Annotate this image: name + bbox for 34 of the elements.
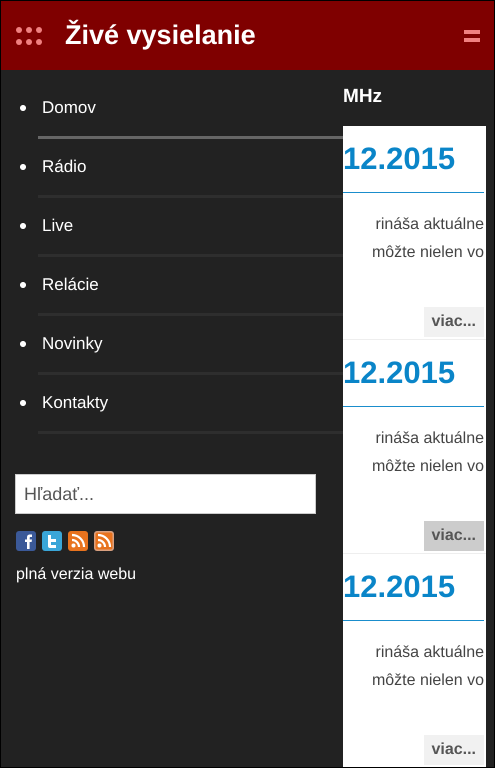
article-text: môžte nielen vo xyxy=(370,243,484,263)
bullet-icon xyxy=(20,400,26,406)
bullet-icon xyxy=(20,223,26,229)
bullet-icon xyxy=(20,105,26,111)
nav-item[interactable]: Novinky xyxy=(1,316,343,372)
article-text: rináša aktuálne xyxy=(374,429,484,449)
nav-item[interactable]: Live xyxy=(1,198,343,254)
menu-icon[interactable] xyxy=(464,28,480,42)
nav-item[interactable]: Rádio xyxy=(1,139,343,195)
nav-item[interactable]: Relácie xyxy=(1,257,343,313)
facebook-icon[interactable] xyxy=(16,531,36,551)
bullet-icon xyxy=(20,282,26,288)
dots-menu-icon[interactable] xyxy=(15,26,43,46)
article-date: 12.2015 xyxy=(343,354,456,392)
more-button[interactable]: viac... xyxy=(424,521,484,551)
full-site-link[interactable]: plná verzia webu xyxy=(16,566,136,584)
rss-icon[interactable] xyxy=(94,531,114,551)
more-button[interactable]: viac... xyxy=(424,735,484,765)
twitter-icon[interactable] xyxy=(42,531,62,551)
article-text: rináša aktuálne xyxy=(374,215,484,235)
article-text: rináša aktuálne xyxy=(374,643,484,663)
section-heading: MHz xyxy=(343,86,382,108)
article-date: 12.2015 xyxy=(343,568,456,606)
search-field[interactable]: Hľadať... xyxy=(15,474,316,514)
rss-icon[interactable] xyxy=(68,531,88,551)
nav-item[interactable]: Kontakty xyxy=(1,375,343,431)
more-button[interactable]: viac... xyxy=(424,307,484,337)
nav-item[interactable]: Domov xyxy=(1,80,343,136)
article-text: môžte nielen vo xyxy=(370,671,484,691)
bullet-icon xyxy=(20,341,26,347)
article-text: môžte nielen vo xyxy=(370,457,484,477)
page-title: Živé vysielanie xyxy=(65,20,257,51)
article-date: 12.2015 xyxy=(343,140,456,178)
bullet-icon xyxy=(20,164,26,170)
